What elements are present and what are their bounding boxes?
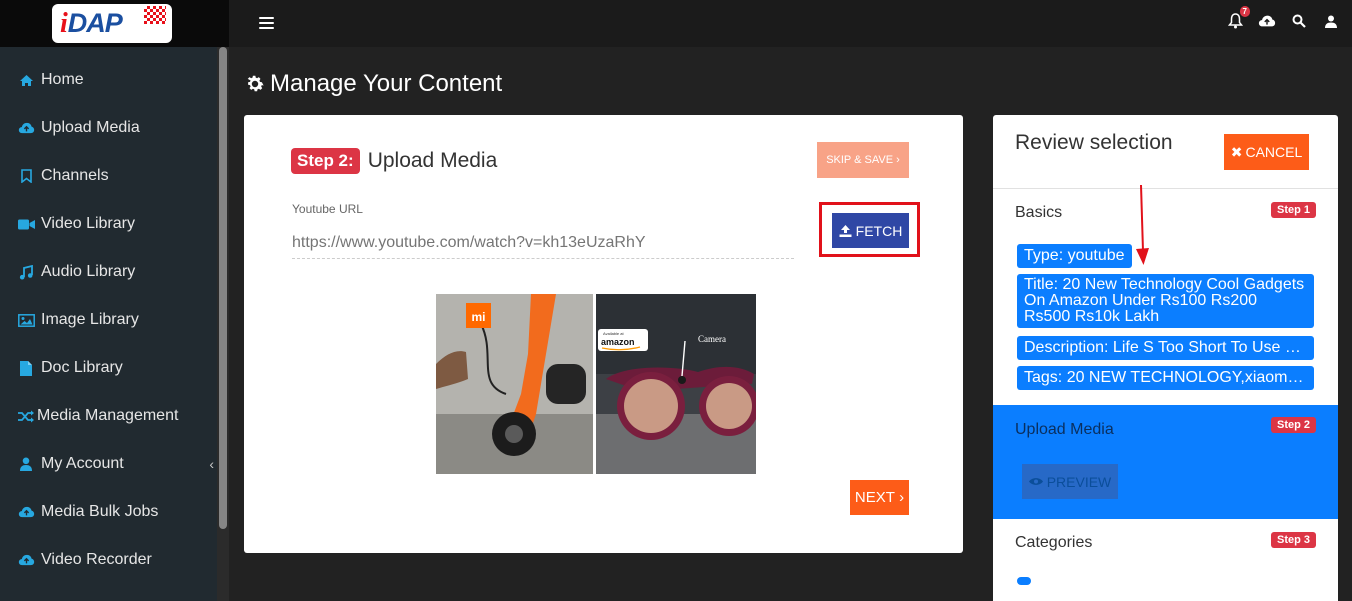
logo-checker-mark: [144, 6, 166, 24]
next-button[interactable]: NEXT ›: [850, 480, 909, 515]
sidebar-item-upload-media[interactable]: Upload Media: [0, 104, 216, 152]
app-logo[interactable]: i DAP: [52, 4, 172, 43]
upload-media-card: Step 2: Upload Media SKIP & SAVE › Youtu…: [244, 115, 963, 553]
document-icon: [17, 360, 35, 376]
sidebar-item-label: Image Library: [41, 311, 139, 328]
mi-logo: mi: [471, 310, 485, 324]
close-icon: ✖: [1230, 143, 1243, 160]
cancel-button[interactable]: ✖ CANCEL: [1224, 134, 1309, 170]
preview-label: PREVIEW: [1046, 473, 1112, 490]
shuffle-icon: [17, 408, 35, 424]
cancel-label: CANCEL: [1245, 144, 1303, 160]
music-icon: [17, 264, 35, 280]
eye-icon: [1028, 478, 1043, 485]
amazon-logo: amazon: [601, 337, 635, 347]
basics-chip-description: Description: Life S Too Short To Use B..…: [1017, 336, 1314, 360]
sidebar-item-label: Audio Library: [41, 263, 136, 280]
sidebar-item-media-bulk-jobs[interactable]: Media Bulk Jobs: [0, 488, 216, 536]
chevron-left-icon[interactable]: ‹: [209, 456, 214, 472]
sidebar-item-label: Channels: [41, 167, 109, 184]
basics-chip-type: Type: youtube: [1017, 244, 1132, 268]
step-title: Upload Media: [367, 149, 498, 172]
sidebar-scroll-thumb[interactable]: [219, 47, 227, 529]
camera-annotation: Camera: [698, 334, 726, 344]
cloud-upload-icon: [17, 504, 35, 520]
sidebar-item-my-account[interactable]: My Account ‹: [0, 440, 216, 488]
step-3-tag: Step 3: [1270, 532, 1316, 548]
user-icon: [17, 456, 35, 472]
sidebar-item-label: Video Library: [41, 215, 135, 232]
basics-chip-tags: Tags: 20 NEW TECHNOLOGY,xiaomi ...: [1017, 366, 1314, 390]
sidebar-item-label: Home: [41, 71, 84, 88]
basics-title: Basics: [1015, 204, 1063, 221]
page-title: Manage Your Content: [244, 70, 502, 98]
user-icon[interactable]: [1322, 12, 1340, 30]
sidebar-item-video-library[interactable]: Video Library: [0, 200, 216, 248]
logo-text: DAP: [67, 8, 123, 38]
video-thumbnail: mi Camera Available at amazon: [436, 294, 756, 474]
sidebar-item-channels[interactable]: Channels: [0, 152, 216, 200]
top-icons: 7: [1226, 6, 1340, 30]
bookmark-icon: [17, 168, 35, 184]
top-bar: i DAP 7: [0, 0, 1352, 47]
page-title-text: Manage Your Content: [270, 70, 503, 97]
available-at-text: Available at: [603, 331, 624, 336]
hamburger-menu-icon[interactable]: [259, 17, 274, 30]
step-1-tag: Step 1: [1270, 202, 1316, 218]
categories-title: Categories: [1015, 534, 1093, 551]
fetch-label: FETCH: [855, 222, 903, 239]
youtube-url-label: Youtube URL: [292, 202, 363, 216]
video-camera-icon: [17, 216, 35, 232]
red-arrow-annotation: [1136, 185, 1149, 265]
review-selection-panel: Review selection ✖ CANCEL Basics Step 1 …: [993, 115, 1338, 601]
fetch-button[interactable]: FETCH: [832, 213, 909, 248]
notification-badge: 7: [1239, 6, 1250, 17]
sidebar-item-label: Video Recorder: [41, 551, 152, 568]
gear-icon: [247, 75, 264, 92]
skip-and-save-button[interactable]: SKIP & SAVE ›: [817, 142, 909, 178]
logo-letter: i: [60, 7, 68, 39]
chevron-right-icon: ›: [899, 489, 905, 506]
skip-and-save-label: SKIP & SAVE: [826, 154, 894, 166]
home-icon: [17, 72, 35, 88]
bell-icon[interactable]: 7: [1226, 6, 1250, 30]
step-heading: Step 2: Upload Media: [291, 148, 497, 174]
review-title: Review selection: [1015, 131, 1173, 154]
sidebar-item-doc-library[interactable]: Doc Library: [0, 344, 216, 392]
upload-media-title: Upload Media: [1015, 421, 1114, 438]
upload-media-section: Upload Media Step 2 PREVIEW: [993, 405, 1338, 519]
sidebar-item-video-recorder[interactable]: Video Recorder: [0, 536, 216, 584]
basics-chip-title: Title: 20 New Technology Cool Gadgets On…: [1017, 274, 1314, 328]
sidebar-item-audio-library[interactable]: Audio Library: [0, 248, 216, 296]
chevron-right-icon: ›: [896, 154, 900, 166]
step-badge: Step 2:: [291, 148, 360, 174]
sidebar-item-label: My Account: [41, 455, 124, 472]
sidebar-item-image-library[interactable]: Image Library: [0, 296, 216, 344]
cloud-upload-icon: [17, 120, 35, 136]
image-icon: [17, 312, 35, 328]
sidebar-item-label: Media Management: [37, 407, 179, 424]
step-2-tag: Step 2: [1270, 417, 1316, 433]
logo-area: i DAP: [0, 0, 229, 47]
next-label: NEXT: [854, 489, 895, 506]
sidebar-item-label: Upload Media: [41, 119, 140, 136]
search-icon[interactable]: [1290, 12, 1308, 30]
sidebar-item-label: Media Bulk Jobs: [41, 503, 159, 520]
category-chip: [1017, 577, 1031, 585]
divider: [993, 188, 1338, 189]
upload-icon: [839, 224, 852, 237]
cloud-upload-icon: [17, 552, 35, 568]
cloud-upload-icon[interactable]: [1258, 12, 1276, 30]
youtube-url-input[interactable]: [292, 227, 794, 259]
sidebar-item-label: Doc Library: [41, 359, 123, 376]
preview-button[interactable]: PREVIEW: [1022, 464, 1118, 499]
sidebar-item-home[interactable]: Home: [0, 56, 216, 104]
sidebar-item-media-management[interactable]: Media Management: [0, 392, 216, 440]
sidebar: Home Upload Media Channels Video Library…: [0, 47, 229, 601]
